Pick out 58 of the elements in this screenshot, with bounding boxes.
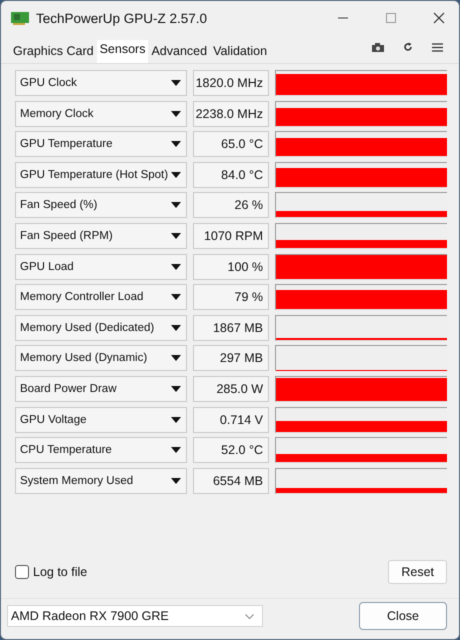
graphics-card-icon (11, 11, 29, 25)
sensor-reading: 65.0 °C (193, 131, 269, 158)
sensor-reading: 79 % (193, 284, 269, 310)
tab[interactable]: Sensors (96, 40, 148, 63)
caret-icon (171, 172, 181, 178)
sensor-dropdown[interactable]: System Memory Used (15, 468, 187, 494)
caret-icon (171, 416, 181, 423)
menu-icon[interactable] (432, 43, 443, 52)
reset-button[interactable]: Reset (388, 560, 447, 584)
caret-icon (171, 447, 181, 454)
sensor-reading: 2238.0 MHz (193, 100, 269, 127)
tab[interactable]: Graphics Card (10, 41, 97, 63)
sensor-dropdown[interactable]: GPU Temperature (Hot Spot) (15, 162, 187, 188)
checkbox[interactable] (15, 565, 29, 579)
caret-icon (171, 264, 181, 270)
caret-icon (171, 478, 181, 484)
caret-icon (171, 386, 181, 392)
caret-icon (171, 294, 181, 300)
sensor-reading: 1070 RPM (193, 222, 269, 249)
sensor-dropdown[interactable]: Memory Used (Dedicated) (15, 314, 187, 341)
caret-icon (171, 80, 181, 86)
sensor-reading: 0.714 V (193, 406, 269, 433)
sensor-dropdown[interactable]: Memory Controller Load (15, 284, 187, 310)
sensor-reading: 1820.0 MHz (193, 70, 269, 96)
close-icon[interactable] (433, 12, 445, 24)
sensor-dropdown[interactable]: Fan Speed (RPM) (15, 222, 187, 249)
chevron-icon (245, 614, 254, 618)
sensor-reading: 84.0 °C (193, 162, 269, 188)
device-select[interactable]: AMD Radeon RX 7900 GRE (7, 605, 263, 627)
caret-icon (171, 110, 181, 117)
tab[interactable]: Advanced (148, 41, 210, 63)
sensor-dropdown[interactable]: Memory Used (Dynamic) (15, 345, 187, 372)
caret-icon (171, 324, 181, 331)
refresh-icon[interactable] (403, 42, 413, 52)
close-button[interactable]: Close (359, 602, 447, 630)
sensor-reading: 6554 MB (193, 468, 269, 494)
sensor-dropdown[interactable]: GPU Load (15, 254, 187, 280)
window-title: TechPowerUp GPU-Z 2.57.0 (36, 10, 208, 26)
sensor-reading: 26 % (193, 192, 269, 218)
sensor-reading: 100 % (193, 254, 269, 280)
sensor-dropdown[interactable]: Memory Clock (15, 100, 187, 127)
caret-icon (171, 232, 181, 239)
caret-icon (171, 202, 181, 208)
sensor-reading: 297 MB (193, 345, 269, 372)
sensor-dropdown[interactable]: Board Power Draw (15, 376, 187, 402)
sensor-reading: 285.0 W (193, 376, 269, 402)
sensor-dropdown[interactable]: GPU Voltage (15, 406, 187, 433)
checkbox-label: Log to file (33, 565, 88, 579)
sensor-reading: 1867 MB (193, 314, 269, 341)
sensor-dropdown[interactable]: CPU Temperature (15, 437, 187, 464)
sensor-dropdown[interactable]: GPU Temperature (15, 131, 187, 158)
sensor-dropdown[interactable]: Fan Speed (%) (15, 192, 187, 218)
caret-icon (171, 141, 181, 148)
tab[interactable]: Validation (210, 41, 270, 63)
sensor-dropdown[interactable]: GPU Clock (15, 70, 187, 96)
caret-icon (171, 355, 181, 362)
sensor-reading: 52.0 °C (193, 437, 269, 464)
camera-icon[interactable] (372, 43, 384, 52)
